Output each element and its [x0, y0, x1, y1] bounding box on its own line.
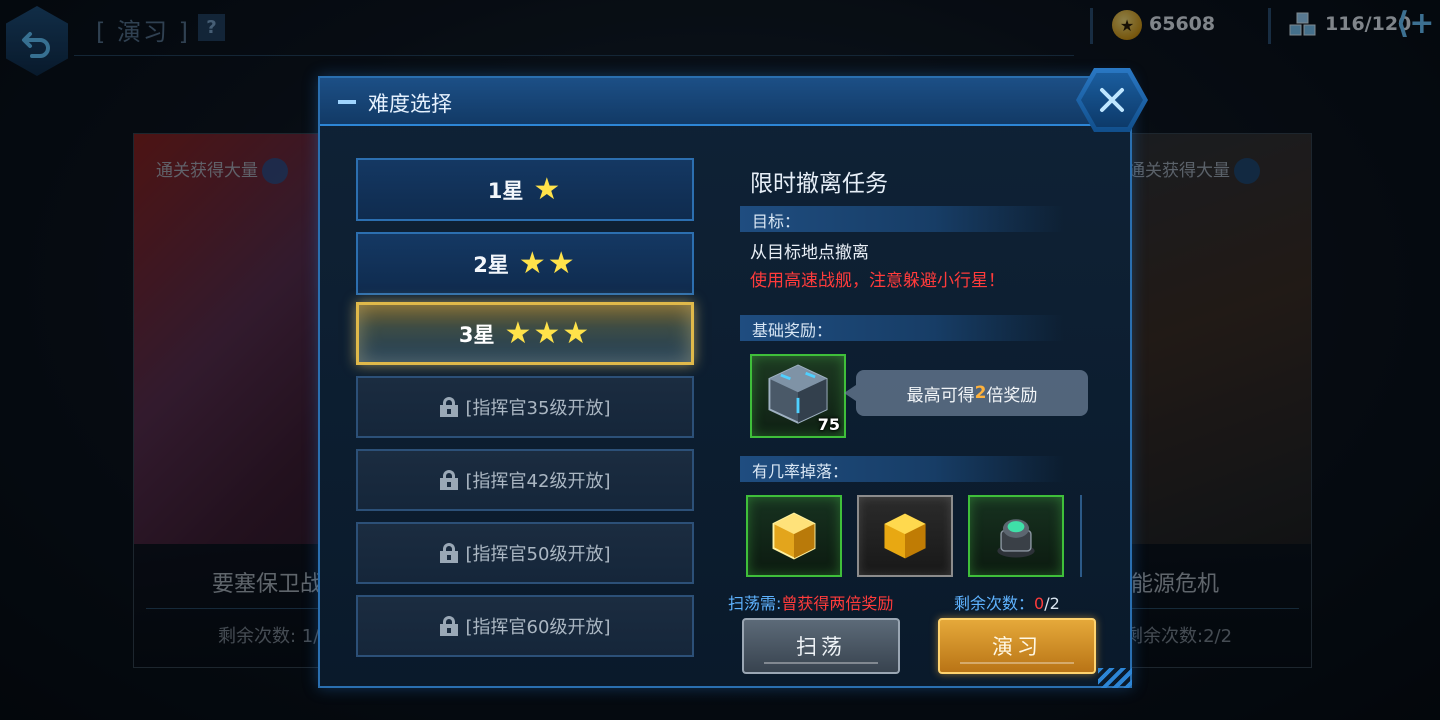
drop-item-3[interactable]	[968, 495, 1064, 577]
goal-text: 从目标地点撤离	[750, 243, 869, 263]
star-icon: ★★	[518, 245, 577, 281]
difficulty-option-1-star[interactable]: 1星 ★	[356, 158, 694, 221]
multiplier-value: 2	[974, 383, 987, 403]
reward-multiplier-tooltip: 最高可得 2 倍奖励	[844, 370, 1088, 416]
dialog-title: 难度选择	[368, 92, 452, 116]
difficulty-label: [指挥官60级开放]	[465, 617, 611, 638]
start-drill-button[interactable]: 演习	[938, 618, 1096, 674]
remaining-attempts: 剩余次数：0/2	[954, 594, 1060, 613]
reward-count: 75	[817, 415, 840, 434]
difficulty-option-locked-50[interactable]: [指挥官50级开放]	[356, 522, 694, 584]
mission-title: 限时撤离任务	[750, 171, 888, 197]
drops-header: 有几率掉落：	[740, 456, 1064, 482]
base-reward-item[interactable]: 75	[750, 354, 846, 438]
difficulty-option-locked-60[interactable]: [指挥官60级开放]	[356, 595, 694, 657]
star-icon: ★	[533, 171, 563, 207]
lock-icon	[439, 616, 458, 636]
lock-icon	[439, 397, 458, 417]
energy-core-device-icon	[997, 519, 1035, 558]
difficulty-option-locked-35[interactable]: [指挥官35级开放]	[356, 376, 694, 438]
difficulty-list: 1星 ★ 2星 ★★ 3星 ★★★ [指挥官35级开放] [指挥官42级开放] …	[356, 158, 694, 668]
gold-cube-icon	[884, 513, 926, 559]
lock-icon	[439, 543, 458, 563]
sweep-button[interactable]: 扫荡	[742, 618, 900, 674]
goal-header: 目标：	[740, 206, 1064, 232]
gold-cube-icon	[772, 512, 816, 560]
reward-header: 基础奖励：	[740, 315, 1064, 341]
minus-icon	[338, 100, 356, 104]
difficulty-label: 1星	[487, 178, 524, 203]
warning-text: 使用高速战舰，注意躲避小行星！	[750, 271, 1005, 291]
difficulty-label: [指挥官42级开放]	[465, 471, 611, 492]
dialog-header: 难度选择	[320, 78, 1130, 126]
difficulty-option-3-star[interactable]: 3星 ★★★	[356, 302, 694, 365]
difficulty-label: 3星	[458, 322, 495, 347]
difficulty-label: [指挥官50级开放]	[465, 544, 611, 565]
drop-item-1[interactable]	[746, 495, 842, 577]
difficulty-dialog: 难度选择 1星 ★ 2星 ★★ 3星 ★★★ [指挥官35级开放] [指挥官42…	[318, 68, 1148, 688]
difficulty-label: 2星	[473, 252, 509, 277]
difficulty-label: [指挥官35级开放]	[465, 398, 611, 419]
difficulty-option-2-star[interactable]: 2星 ★★	[356, 232, 694, 295]
drop-item-2[interactable]	[857, 495, 953, 577]
lock-icon	[439, 470, 458, 490]
corner-decoration	[1098, 668, 1132, 688]
sweep-requirement: 扫荡需:曾获得两倍奖励	[728, 594, 894, 613]
star-icon: ★★★	[504, 315, 592, 351]
close-icon	[1100, 88, 1124, 112]
difficulty-option-locked-42[interactable]: [指挥官42级开放]	[356, 449, 694, 511]
